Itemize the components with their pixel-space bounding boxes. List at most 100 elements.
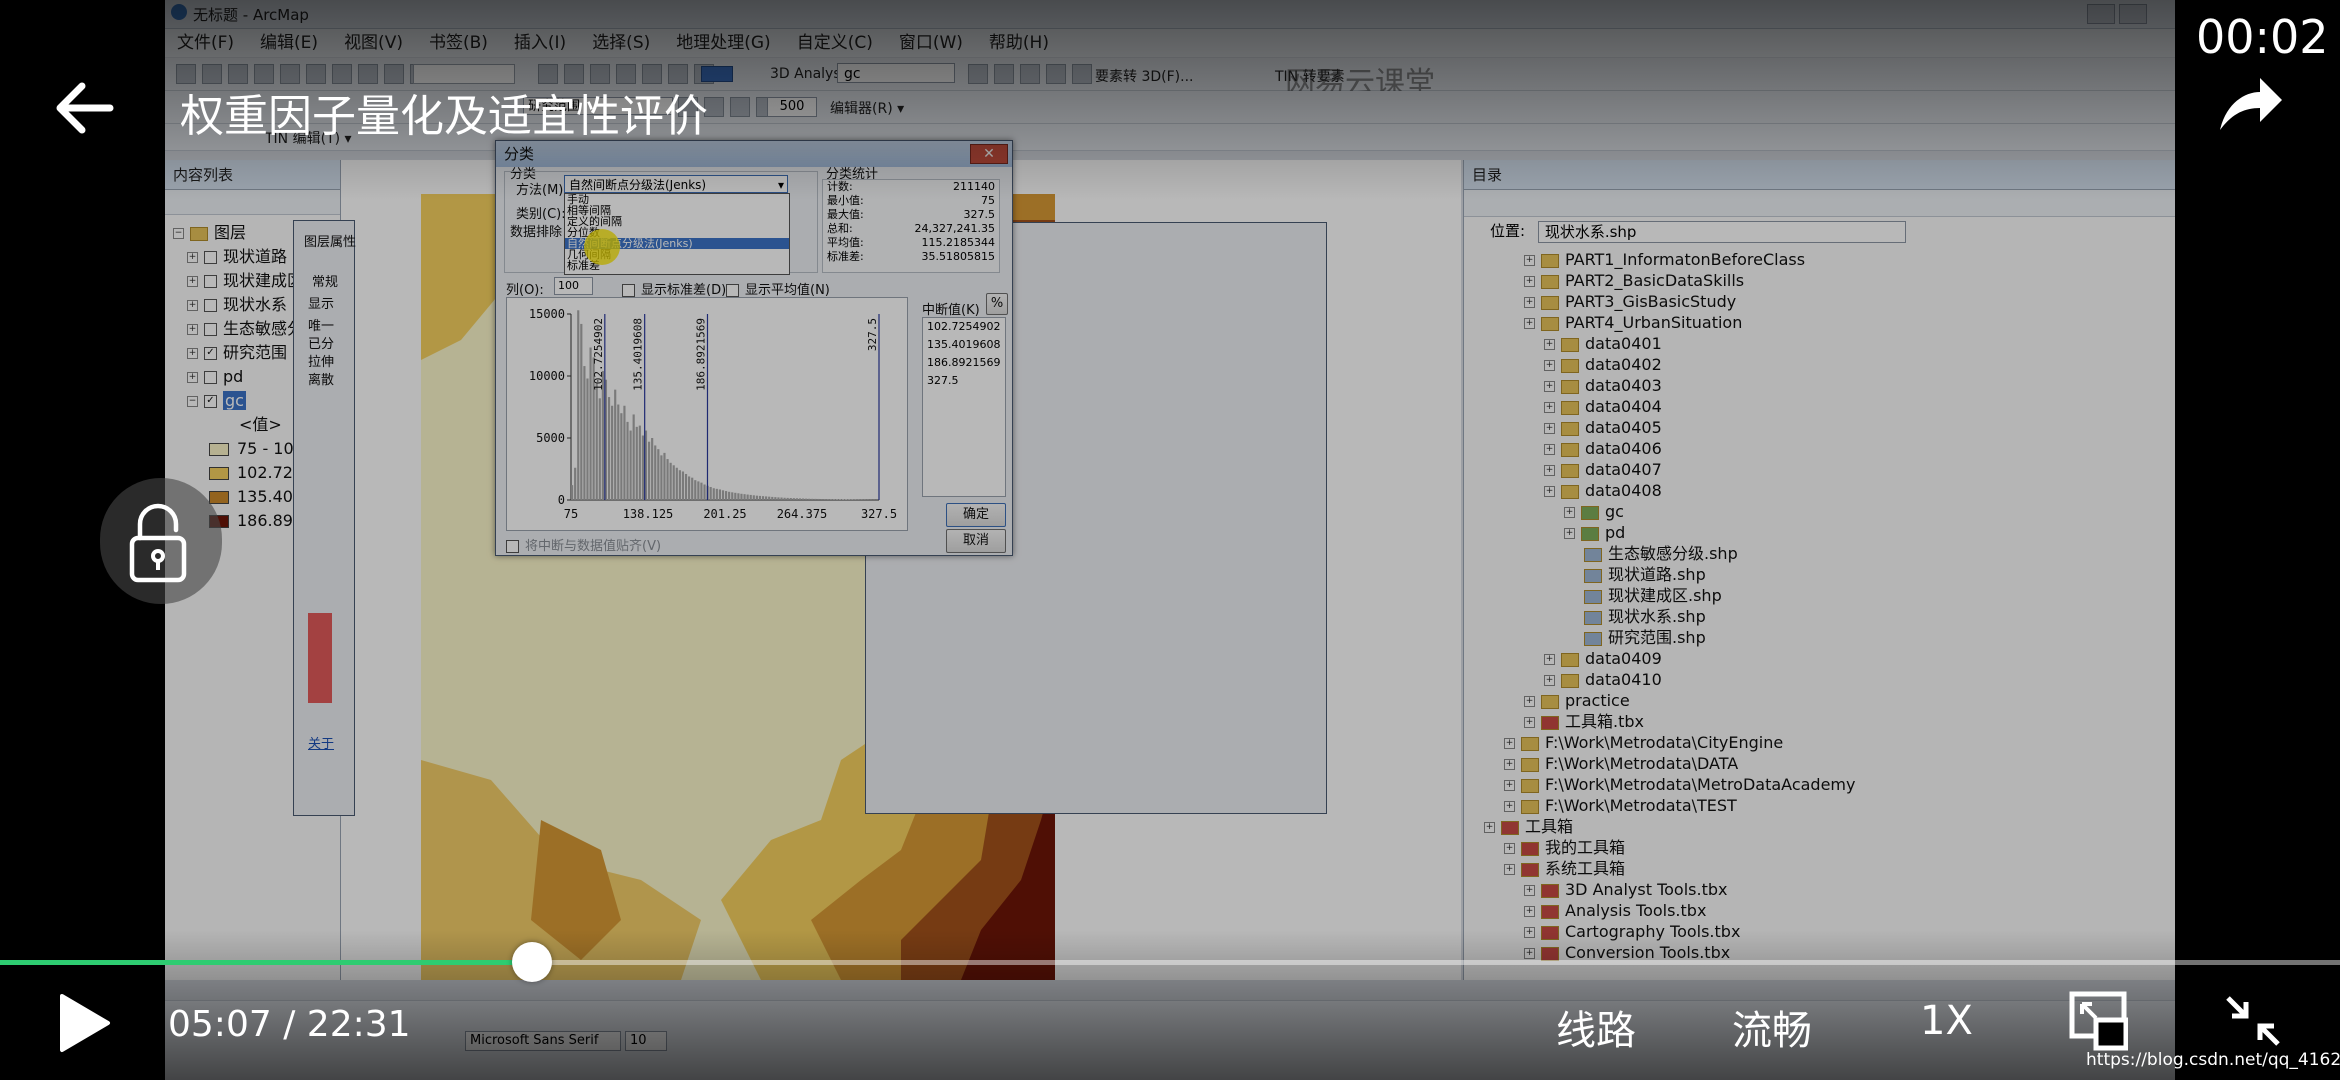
- location-field[interactable]: 现状水系.shp: [1537, 220, 1906, 243]
- expand-icon[interactable]: +: [1544, 339, 1555, 350]
- histogram-panel[interactable]: 0 5000 10000 15000 75 138.125 201.25 264.375 327…: [506, 297, 908, 531]
- layer-checkbox[interactable]: [204, 323, 217, 336]
- layer-checkbox[interactable]: [204, 299, 217, 312]
- renderer-item[interactable]: 已分: [308, 333, 334, 352]
- layer-checkbox[interactable]: [204, 371, 217, 384]
- menu-item[interactable]: 编辑(E): [260, 29, 318, 57]
- expand-icon[interactable]: +: [1524, 255, 1535, 266]
- expand-icon[interactable]: +: [1504, 738, 1515, 749]
- menu-item[interactable]: 书签(B): [429, 29, 488, 57]
- catalog-item[interactable]: + data0402: [1472, 354, 2175, 375]
- catalog-item[interactable]: 现状道路.shp: [1472, 564, 2175, 585]
- catalog-item[interactable]: + data0403: [1472, 375, 2175, 396]
- video-frame[interactable]: 无标题 - ArcMap 文件(F) 编辑(E) 视图(V) 书签(B) 插入(I) 选择…: [165, 0, 2175, 1080]
- progress-track[interactable]: [0, 960, 2340, 965]
- snap-checkbox[interactable]: 将中断与数据值贴齐(V): [506, 535, 661, 554]
- pip-icon[interactable]: [2068, 990, 2128, 1052]
- back-arrow-icon[interactable]: [52, 78, 116, 138]
- catalog-item[interactable]: + data0410: [1472, 669, 2175, 690]
- expand-icon[interactable]: +: [1524, 717, 1535, 728]
- expand-icon[interactable]: +: [1544, 444, 1555, 455]
- catalog-item[interactable]: + data0408: [1472, 480, 2175, 501]
- shift-icon[interactable]: [730, 97, 750, 117]
- expand-icon[interactable]: +: [1564, 507, 1575, 518]
- break-value[interactable]: 186.8921569: [923, 354, 1005, 372]
- cancel-button[interactable]: 取消: [946, 529, 1006, 553]
- expand-icon[interactable]: +: [1524, 297, 1535, 308]
- expand-icon[interactable]: +: [1564, 528, 1575, 539]
- catalog-item[interactable]: + PART2_BasicDataSkills: [1472, 270, 2175, 291]
- layer-checkbox[interactable]: ✓: [204, 395, 217, 408]
- catalog-item[interactable]: + Analysis Tools.tbx: [1472, 900, 2175, 921]
- renderer-item[interactable]: 拉伸: [308, 351, 334, 370]
- catalog-item[interactable]: + data0407: [1472, 459, 2175, 480]
- show-mean-checkbox[interactable]: 显示平均值(N): [726, 279, 830, 298]
- menu-item[interactable]: 自定义(C): [797, 29, 873, 57]
- expand-icon[interactable]: +: [1524, 927, 1535, 938]
- expand-icon[interactable]: +: [187, 324, 198, 335]
- percent-button[interactable]: %: [986, 293, 1008, 315]
- snap-box[interactable]: [506, 540, 519, 553]
- expand-icon[interactable]: +: [1484, 822, 1495, 833]
- feature-to-3d-button[interactable]: 要素转 3D(F)...: [1095, 66, 1193, 86]
- play-icon[interactable]: [56, 992, 112, 1054]
- catalog-item[interactable]: 现状水系.shp: [1472, 606, 2175, 627]
- expand-icon[interactable]: +: [1524, 696, 1535, 707]
- layer-checkbox[interactable]: [204, 275, 217, 288]
- catalog-item[interactable]: + F:\Work\Metrodata\MetroDataAcademy: [1472, 774, 2175, 795]
- expand-icon[interactable]: +: [1544, 486, 1555, 497]
- expand-icon[interactable]: +: [187, 276, 198, 287]
- catalog-item[interactable]: + data0406: [1472, 438, 2175, 459]
- menu-item[interactable]: 视图(V): [344, 29, 403, 57]
- contour-icon[interactable]: [968, 64, 988, 84]
- catalog-item[interactable]: + 工具箱: [1472, 816, 2175, 837]
- catalog-item[interactable]: + PART4_UrbanSituation: [1472, 312, 2175, 333]
- expand-icon[interactable]: +: [1524, 948, 1535, 959]
- expand-icon[interactable]: +: [187, 300, 198, 311]
- catalog-item[interactable]: + 系统工具箱: [1472, 858, 2175, 879]
- close-icon[interactable]: ✕: [970, 144, 1008, 164]
- expand-icon[interactable]: +: [187, 348, 198, 359]
- about-link[interactable]: 关于: [308, 733, 334, 752]
- expand-icon[interactable]: +: [1544, 360, 1555, 371]
- collapse-icon[interactable]: −: [173, 228, 184, 239]
- expand-icon[interactable]: +: [1544, 654, 1555, 665]
- profile-icon[interactable]: [1046, 64, 1066, 84]
- catalog-item[interactable]: + PART3_GisBasicStudy: [1472, 291, 2175, 312]
- expand-icon[interactable]: +: [1504, 801, 1515, 812]
- expand-icon[interactable]: +: [1504, 864, 1515, 875]
- ok-button[interactable]: 确定: [946, 503, 1006, 527]
- scale-input[interactable]: 500: [767, 97, 817, 117]
- maximize-icon[interactable]: [2119, 4, 2147, 24]
- renderer-item[interactable]: 唯一: [308, 315, 334, 334]
- font-size-select[interactable]: 10: [625, 1031, 667, 1051]
- catalog-item[interactable]: + F:\Work\Metrodata\TEST: [1472, 795, 2175, 816]
- expand-icon[interactable]: +: [1504, 759, 1515, 770]
- line-of-sight-icon[interactable]: [1020, 64, 1040, 84]
- menu-item[interactable]: 插入(I): [514, 29, 566, 57]
- break-value[interactable]: 102.7254902: [923, 318, 1005, 336]
- editor-menu[interactable]: 编辑器(R) ▾: [830, 98, 904, 118]
- menu-item[interactable]: 文件(F): [177, 29, 234, 57]
- catalog-item[interactable]: + F:\Work\Metrodata\CityEngine: [1472, 732, 2175, 753]
- expand-icon[interactable]: +: [1544, 465, 1555, 476]
- minimize-icon[interactable]: [2087, 4, 2115, 24]
- catalog-item[interactable]: + 我的工具箱: [1472, 837, 2175, 858]
- expand-icon[interactable]: +: [1544, 402, 1555, 413]
- expand-icon[interactable]: +: [1524, 885, 1535, 896]
- catalog-item[interactable]: + Cartography Tools.tbx: [1472, 921, 2175, 942]
- method-select[interactable]: 自然间断点分级法(Jenks) ▾: [564, 175, 788, 193]
- show-mean-box[interactable]: [726, 284, 739, 297]
- expand-icon[interactable]: +: [1524, 318, 1535, 329]
- renderer-item[interactable]: 离散: [308, 369, 334, 388]
- font-name-select[interactable]: Microsoft Sans Serif: [465, 1031, 621, 1051]
- profile-graph-icon[interactable]: [1072, 64, 1092, 84]
- catalog-item[interactable]: + pd: [1472, 522, 2175, 543]
- quality-button[interactable]: 流畅: [1732, 998, 1812, 1056]
- catalog-item[interactable]: + practice: [1472, 690, 2175, 711]
- catalog-item[interactable]: 现状建成区.shp: [1472, 585, 2175, 606]
- expand-icon[interactable]: +: [1504, 780, 1515, 791]
- catalog-item[interactable]: 研究范围.shp: [1472, 627, 2175, 648]
- catalog-item[interactable]: + F:\Work\Metrodata\DATA: [1472, 753, 2175, 774]
- catalog-item[interactable]: + 工具箱.tbx: [1472, 711, 2175, 732]
